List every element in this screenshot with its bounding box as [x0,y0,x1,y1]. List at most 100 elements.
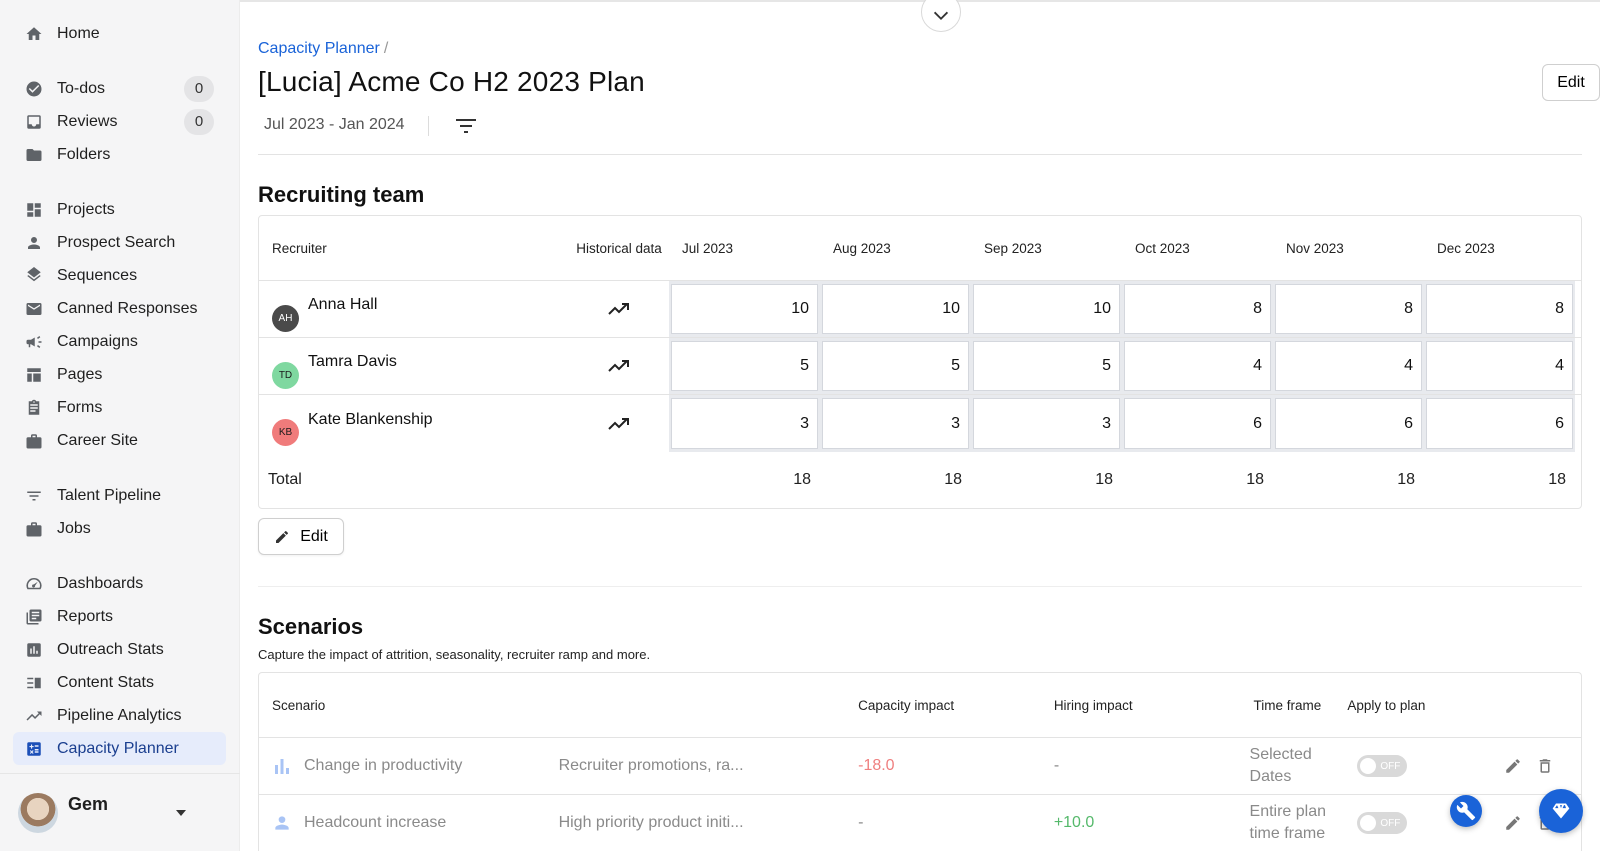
capacity-input[interactable]: 10 [822,284,969,334]
col-capacity-impact: Capacity impact [858,697,955,713]
breadcrumb-separator: / [383,40,389,57]
total-row: Total 18 18 18 18 18 18 [259,452,1581,508]
total-value: 18 [1397,471,1415,488]
clipboard-icon [25,399,43,417]
capacity-input[interactable]: 8 [1275,284,1422,334]
col-scenario: Scenario [272,697,326,713]
apply-toggle[interactable]: OFF [1357,755,1408,777]
capacity-input[interactable]: 3 [973,398,1120,449]
capacity-input[interactable]: 3 [671,398,818,449]
sidebar-item-pipeline-analytics[interactable]: Pipeline Analytics [13,699,226,732]
sidebar-item-label: Pipeline Analytics [57,706,182,724]
pencil-icon[interactable] [1504,757,1522,775]
pencil-icon[interactable] [1504,814,1522,832]
sidebar-item-sequences[interactable]: Sequences [13,259,226,292]
capacity-input[interactable]: 5 [822,341,969,391]
sidebar-item-career-site[interactable]: Career Site [13,424,226,457]
sidebar-item-canned-responses[interactable]: Canned Responses [13,292,226,325]
capacity-input[interactable]: 4 [1275,341,1422,391]
calculator-icon [25,740,43,758]
col-month: Jul 2023 [682,240,734,256]
page-title: [Lucia] Acme Co H2 2023 Plan [258,66,645,97]
sidebar-item-label: Reports [57,607,114,625]
apply-toggle[interactable]: OFF [1357,812,1408,834]
capacity-input[interactable]: 10 [671,284,818,334]
historical-data-button[interactable] [569,359,669,373]
recruiter-name: Anna Hall [308,296,378,313]
avatar: KB [272,419,299,446]
scenario-name[interactable]: Headcount increase [304,814,446,832]
user-menu[interactable]: Gem [0,773,240,851]
capacity-input[interactable]: 4 [1124,341,1271,391]
total-value: 18 [1095,471,1113,488]
capacity-input[interactable]: 5 [671,341,818,391]
sidebar-item-forms[interactable]: Forms [13,391,226,424]
sidebar-item-reports[interactable]: Reports [13,600,226,633]
gem-assistant-button[interactable] [1539,789,1583,833]
breadcrumb-capacity-planner[interactable]: Capacity Planner [258,40,380,57]
content-list-icon [25,674,43,692]
sidebar-item-folders[interactable]: Folders [13,138,226,171]
historical-data-button[interactable] [569,302,669,316]
recruiter-name: Kate Blankenship [308,410,433,428]
capacity-input[interactable]: 6 [1275,398,1422,449]
collapse-header-button[interactable] [921,0,961,32]
chevron-down-icon[interactable] [176,809,186,816]
capacity-input[interactable]: 4 [1426,341,1573,391]
time-frame: Entire plan time frame [1249,803,1327,842]
sidebar-item-label: Jobs [57,519,91,537]
col-hiring-impact: Hiring impact [1053,697,1133,713]
sidebar: Home To-dos 0 Reviews 0 Folders Projects Prospe… [0,0,240,851]
avatar: TD [272,361,299,389]
edit-recruiters-button[interactable]: Edit [258,518,344,555]
sidebar-item-pages[interactable]: Pages [13,358,226,391]
col-recruiter: Recruiter [272,240,327,256]
sidebar-item-label: Outreach Stats [57,640,164,658]
scenario-description: High priority product initi... [558,814,744,831]
capacity-input[interactable]: 5 [973,341,1120,391]
breadcrumb: Capacity Planner / [258,40,388,58]
trash-icon[interactable] [1536,757,1554,775]
sidebar-item-label: Forms [57,398,103,416]
total-value: 18 [793,471,811,488]
capacity-input[interactable]: 8 [1426,284,1573,334]
sidebar-item-campaigns[interactable]: Campaigns [13,325,226,358]
capacity-impact: - [858,814,864,831]
capacity-input[interactable]: 6 [1426,398,1573,449]
sidebar-item-label: Home [57,24,100,42]
sidebar-item-content-stats[interactable]: Content Stats [13,666,226,699]
trending-up-icon[interactable] [608,417,630,431]
divider [258,154,1582,155]
historical-data-button[interactable] [569,417,669,431]
filter-icon[interactable] [454,115,478,137]
edit-plan-button[interactable]: Edit [1542,64,1600,101]
capacity-input[interactable]: 8 [1124,284,1271,334]
bar-chart-icon [25,641,43,659]
sidebar-item-projects[interactable]: Projects [13,193,226,226]
sidebar-item-jobs[interactable]: Jobs [13,512,226,545]
sidebar-nav: Home To-dos 0 Reviews 0 Folders Projects Prospe… [0,0,239,765]
sidebar-item-outreach-stats[interactable]: Outreach Stats [13,633,226,666]
scenario-name[interactable]: Change in productivity [304,757,462,775]
sidebar-item-capacity-planner[interactable]: Capacity Planner [13,732,226,765]
sidebar-item-dashboards[interactable]: Dashboards [13,567,226,600]
capacity-input[interactable]: 3 [822,398,969,449]
sidebar-item-prospect-search[interactable]: Prospect Search [13,226,226,259]
sidebar-item-label: Campaigns [57,332,138,350]
total-value: 18 [944,471,962,488]
diamond-icon [1552,803,1570,819]
sidebar-item-label: Projects [57,200,115,218]
sidebar-item-reviews[interactable]: Reviews 0 [13,105,226,138]
trending-up-icon[interactable] [608,359,630,373]
sidebar-item-to-dos[interactable]: To-dos 0 [13,72,226,105]
wrench-button[interactable] [1450,795,1482,827]
trending-up-icon[interactable] [608,302,630,316]
date-range[interactable]: Jul 2023 - Jan 2024 [264,116,405,134]
capacity-input[interactable]: 6 [1124,398,1271,449]
sidebar-item-home[interactable]: Home [13,17,226,50]
capacity-input[interactable]: 10 [973,284,1120,334]
person-icon [25,234,43,252]
filter-lines-icon [25,487,43,505]
trend-line-icon [25,707,43,725]
sidebar-item-talent-pipeline[interactable]: Talent Pipeline [13,479,226,512]
